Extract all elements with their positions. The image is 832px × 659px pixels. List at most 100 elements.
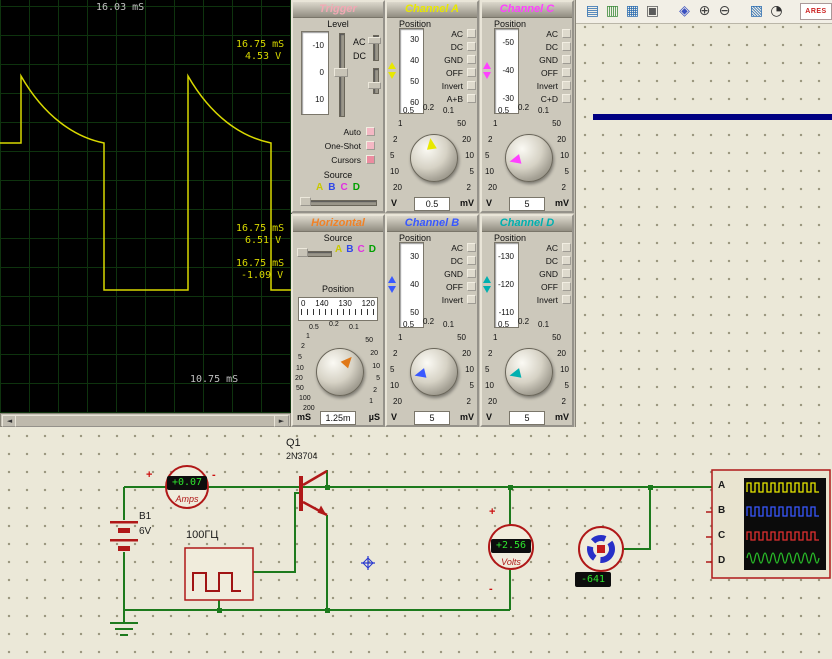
source-letter-a[interactable]: A	[316, 182, 323, 193]
channel-button-invert[interactable]: Invert	[425, 80, 477, 92]
indicator-light[interactable]	[562, 243, 571, 252]
position-scale[interactable]: 0140130120	[298, 297, 378, 321]
ground-symbol[interactable]	[110, 623, 138, 635]
indicator-light[interactable]	[366, 141, 375, 150]
indicator-light[interactable]	[366, 155, 375, 164]
position-arrows[interactable]	[483, 62, 493, 82]
indicator-light[interactable]	[562, 81, 571, 90]
graph-icon[interactable]: ▧	[748, 3, 765, 20]
indicator-light[interactable]	[467, 282, 476, 291]
indicator-light[interactable]	[562, 55, 571, 64]
up-arrow-icon[interactable]	[388, 276, 396, 283]
channel-button-ac[interactable]: AC	[425, 28, 477, 40]
channel-button-gnd[interactable]: GND	[425, 54, 477, 66]
coupling-slider-thumb[interactable]	[368, 37, 381, 44]
channel-button-invert[interactable]: Invert	[520, 80, 572, 92]
source-letter-d[interactable]: D	[353, 182, 360, 193]
source-letter-b[interactable]: B	[328, 182, 335, 193]
position-arrows[interactable]	[388, 62, 398, 82]
channel-button-off[interactable]: OFF	[520, 281, 572, 293]
ares-icon[interactable]: ARES	[800, 3, 832, 20]
position-scale[interactable]: -130-120-110	[494, 242, 519, 328]
channel-button-invert[interactable]: Invert	[425, 294, 477, 306]
scroll-right-arrow[interactable]: ►	[274, 415, 289, 427]
indicator-light[interactable]	[562, 94, 571, 103]
trigger-mode-cursors[interactable]: Cursors	[297, 154, 379, 166]
up-arrow-icon[interactable]	[483, 276, 491, 283]
up-arrow-icon[interactable]	[483, 62, 491, 69]
indicator-light[interactable]	[467, 68, 476, 77]
clock-icon[interactable]: ◔	[768, 3, 785, 20]
channel-button-ac[interactable]: AC	[425, 242, 477, 254]
source-slider-thumb[interactable]	[300, 197, 311, 206]
down-arrow-icon[interactable]	[483, 286, 491, 293]
open-document-icon[interactable]: ▥	[604, 3, 621, 20]
source-letter-c[interactable]: C	[357, 244, 364, 255]
indicator-light[interactable]	[366, 127, 375, 136]
indicator-light[interactable]	[467, 81, 476, 90]
indicator-light[interactable]	[467, 243, 476, 252]
source-letter-a[interactable]: A	[335, 244, 342, 255]
indicator-light[interactable]	[562, 269, 571, 278]
down-arrow-icon[interactable]	[388, 286, 396, 293]
transistor-component[interactable]	[299, 471, 327, 516]
position-scale[interactable]: 30405060	[399, 28, 424, 114]
edge-slider-track[interactable]	[373, 68, 379, 94]
channel-button-gnd[interactable]: GND	[425, 268, 477, 280]
scrollbar-thumb[interactable]	[15, 415, 276, 427]
indicator-light[interactable]	[562, 282, 571, 291]
new-document-icon[interactable]: ▤	[584, 3, 601, 20]
indicator-light[interactable]	[467, 55, 476, 64]
grid-icon[interactable]: ▦	[624, 3, 641, 20]
indicator-light[interactable]	[467, 256, 476, 265]
indicator-light[interactable]	[467, 295, 476, 304]
position-arrows[interactable]	[483, 276, 493, 296]
level-scale[interactable]: -10010	[301, 31, 329, 115]
down-arrow-icon[interactable]	[483, 72, 491, 79]
indicator-light[interactable]	[467, 29, 476, 38]
channel-button-ac[interactable]: AC	[520, 242, 572, 254]
source-letter-c[interactable]: C	[341, 182, 348, 193]
channel-button-off[interactable]: OFF	[425, 281, 477, 293]
indicator-light[interactable]	[562, 256, 571, 265]
trigger-mode-oneshot[interactable]: One-Shot	[297, 140, 379, 152]
position-scale[interactable]: 304050	[399, 242, 424, 328]
position-scale[interactable]: -50-40-30	[494, 28, 519, 114]
down-arrow-icon[interactable]	[388, 72, 396, 79]
zoom-out-icon[interactable]: ⊖	[716, 3, 733, 20]
source-slider-thumb[interactable]	[297, 248, 308, 257]
channel-button-dc[interactable]: DC	[520, 255, 572, 267]
channel-button-gnd[interactable]: GND	[520, 268, 572, 280]
channel-button-dc[interactable]: DC	[520, 41, 572, 53]
channel-button-invert[interactable]: Invert	[520, 294, 572, 306]
zoom-in-icon[interactable]: ⊕	[696, 3, 713, 20]
pulse-generator-component[interactable]	[185, 548, 253, 600]
trigger-mode-auto[interactable]: Auto	[297, 126, 379, 138]
center-icon[interactable]: ◈	[676, 3, 693, 20]
channel-button-dc[interactable]: DC	[425, 41, 477, 53]
channel-button-off[interactable]: OFF	[425, 67, 477, 79]
motor-component[interactable]	[579, 527, 623, 571]
indicator-light[interactable]	[467, 94, 476, 103]
indicator-light[interactable]	[467, 42, 476, 51]
edge-slider-thumb[interactable]	[368, 82, 381, 89]
channel-button-off[interactable]: OFF	[520, 67, 572, 79]
battery-component[interactable]	[110, 520, 138, 552]
origin-icon[interactable]: ▣	[644, 3, 661, 20]
channel-button-ac[interactable]: AC	[520, 28, 572, 40]
source-letter-d[interactable]: D	[369, 244, 376, 255]
indicator-light[interactable]	[562, 42, 571, 51]
indicator-light[interactable]	[467, 269, 476, 278]
source-slider-track[interactable]	[301, 200, 377, 206]
channel-button-gnd[interactable]: GND	[520, 54, 572, 66]
position-arrows[interactable]	[388, 276, 398, 296]
knob-scale-label: 5	[470, 168, 474, 176]
source-letter-b[interactable]: B	[346, 244, 353, 255]
indicator-light[interactable]	[562, 68, 571, 77]
channel-button-dc[interactable]: DC	[425, 255, 477, 267]
level-slider-thumb[interactable]	[334, 68, 348, 77]
up-arrow-icon[interactable]	[388, 62, 396, 69]
indicator-light[interactable]	[562, 29, 571, 38]
scope-scrollbar[interactable]: ◄ ►	[0, 413, 291, 427]
indicator-light[interactable]	[562, 295, 571, 304]
